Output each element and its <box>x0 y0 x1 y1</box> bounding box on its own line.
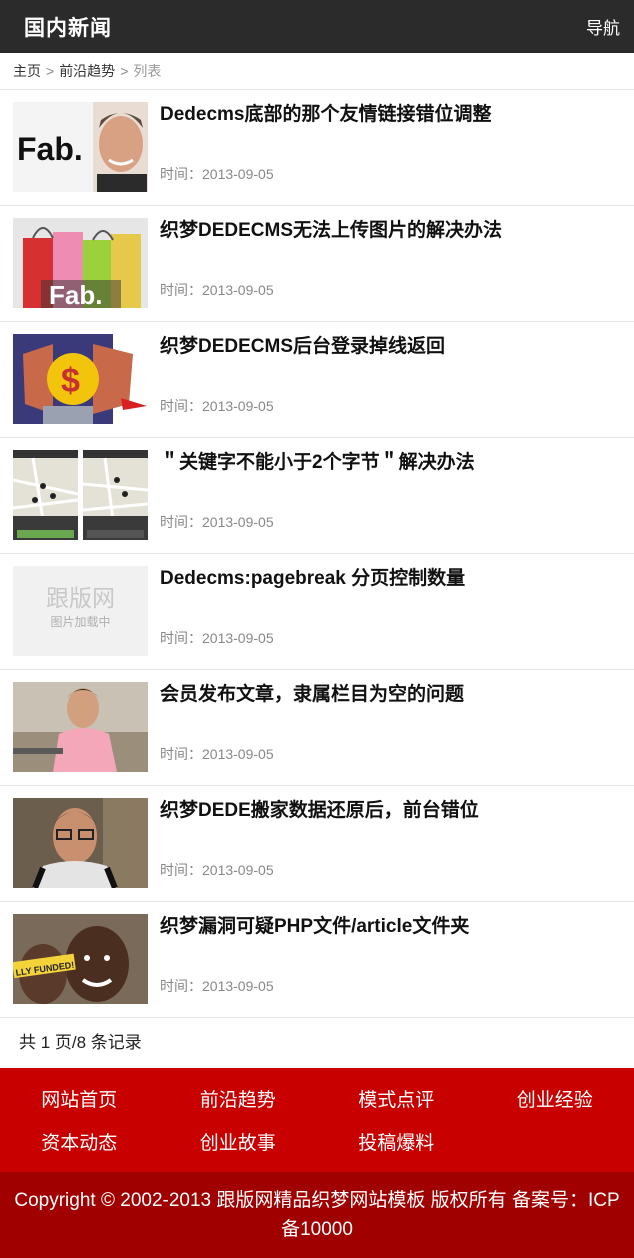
article-time: 时间：2013-09-05 <box>160 398 274 414</box>
shopping-bags-photo-icon: Fab. <box>13 218 148 308</box>
dollar-sign-illustration-icon: $ <box>13 334 148 424</box>
article-thumbnail[interactable]: Fab. <box>13 102 148 192</box>
man-glasses-photo-icon <box>13 798 148 888</box>
article-thumbnail[interactable]: Fab. <box>13 218 148 308</box>
map-app-screenshots-icon <box>13 450 148 540</box>
article-item[interactable]: Fab. 织梦DEDECMS无法上传图片的解决办法 时间：2013-09-05 <box>0 206 634 322</box>
article-time: 时间：2013-09-05 <box>160 282 274 298</box>
article-item[interactable]: 跟版网 图片加载中 Dedecms:pagebreak 分页控制数量 时间：20… <box>0 554 634 670</box>
footer-link-capital[interactable]: 资本动态 <box>0 1129 159 1169</box>
site-title: 国内新闻 <box>24 16 112 40</box>
pagination-info: 共 1 页/8 条记录 <box>19 1033 142 1052</box>
breadcrumb-section-link[interactable]: 前沿趋势 <box>59 63 115 79</box>
breadcrumb-home-link[interactable]: 主页 <box>13 63 41 79</box>
copyright: Copyright © 2002-2013 跟版网精品织梦网站模板 版权所有 备… <box>0 1172 634 1258</box>
article-title[interactable]: Dedecms底部的那个友情链接错位调整 <box>160 102 620 128</box>
article-time: 时间：2013-09-05 <box>160 978 274 994</box>
man-pink-shirt-photo-icon <box>13 682 148 772</box>
article-item[interactable]: 会员发布文章，隶属栏目为空的问题 时间：2013-09-05 <box>0 670 634 786</box>
article-item[interactable]: $ 织梦DEDECMS后台登录掉线返回 时间：2013-09-05 <box>0 322 634 438</box>
breadcrumb: 主页 > 前沿趋势 > 列表 <box>0 53 634 90</box>
breadcrumb-separator: > <box>120 63 129 79</box>
article-time: 时间：2013-09-05 <box>160 862 274 878</box>
article-thumbnail[interactable]: $ <box>13 334 148 424</box>
article-title[interactable]: 织梦DEDECMS无法上传图片的解决办法 <box>160 218 620 244</box>
article-item[interactable]: 织梦DEDE搬家数据还原后，前台错位 时间：2013-09-05 <box>0 786 634 902</box>
svg-text:Fab.: Fab. <box>17 131 83 167</box>
footer-link-trends[interactable]: 前沿趋势 <box>159 1086 318 1126</box>
footer-link-reviews[interactable]: 模式点评 <box>317 1086 476 1126</box>
top-header: 国内新闻 导航 <box>0 0 634 53</box>
fab-man-photo-icon: Fab. <box>13 102 148 192</box>
breadcrumb-current: 列表 <box>133 63 162 79</box>
article-thumbnail[interactable]: LLY FUNDED! <box>13 914 148 1004</box>
placeholder-brand-text: 跟版网 <box>46 586 115 612</box>
nav-menu-button[interactable]: 导航 <box>586 14 620 39</box>
article-title[interactable]: Dedecms:pagebreak 分页控制数量 <box>160 566 620 592</box>
svg-text:Fab.: Fab. <box>49 280 102 308</box>
article-list: Fab. Dedecms底部的那个友情链接错位调整 时间：2013-09-05 <box>0 90 634 1018</box>
footer-link-submit[interactable]: 投稿爆料 <box>317 1129 476 1169</box>
article-item[interactable]: ＂关键字不能小于2个字节＂解决办法 时间：2013-09-05 <box>0 438 634 554</box>
article-title[interactable]: 织梦DEDECMS后台登录掉线返回 <box>160 334 620 360</box>
article-time: 时间：2013-09-05 <box>160 746 274 762</box>
article-time: 时间：2013-09-05 <box>160 166 274 182</box>
child-smiling-photo-icon: LLY FUNDED! <box>13 914 148 1004</box>
footer-nav: 网站首页 前沿趋势 模式点评 创业经验 资本动态 创业故事 投稿爆料 <box>0 1068 634 1172</box>
article-thumbnail[interactable]: 跟版网 图片加载中 <box>13 566 148 656</box>
article-time: 时间：2013-09-05 <box>160 514 274 530</box>
footer-link-home[interactable]: 网站首页 <box>0 1086 159 1126</box>
svg-text:$: $ <box>61 362 80 400</box>
placeholder-loading-text: 图片加载中 <box>50 614 110 629</box>
article-thumbnail[interactable] <box>13 682 148 772</box>
article-time: 时间：2013-09-05 <box>160 630 274 646</box>
article-title[interactable]: ＂关键字不能小于2个字节＂解决办法 <box>160 450 620 476</box>
footer-link-experience[interactable]: 创业经验 <box>476 1086 634 1126</box>
article-title[interactable]: 织梦漏洞可疑PHP文件/article文件夹 <box>160 914 620 940</box>
footer-link-stories[interactable]: 创业故事 <box>159 1129 318 1169</box>
image-loading-placeholder-icon: 跟版网 图片加载中 <box>13 566 148 656</box>
article-thumbnail[interactable] <box>13 450 148 540</box>
article-thumbnail[interactable] <box>13 798 148 888</box>
article-title[interactable]: 织梦DEDE搬家数据还原后，前台错位 <box>160 798 620 824</box>
article-item[interactable]: Fab. Dedecms底部的那个友情链接错位调整 时间：2013-09-05 <box>0 90 634 206</box>
article-title[interactable]: 会员发布文章，隶属栏目为空的问题 <box>160 682 620 708</box>
article-item[interactable]: LLY FUNDED! 织梦漏洞可疑PHP文件/article文件夹 时间：20… <box>0 902 634 1018</box>
breadcrumb-separator: > <box>46 63 55 79</box>
